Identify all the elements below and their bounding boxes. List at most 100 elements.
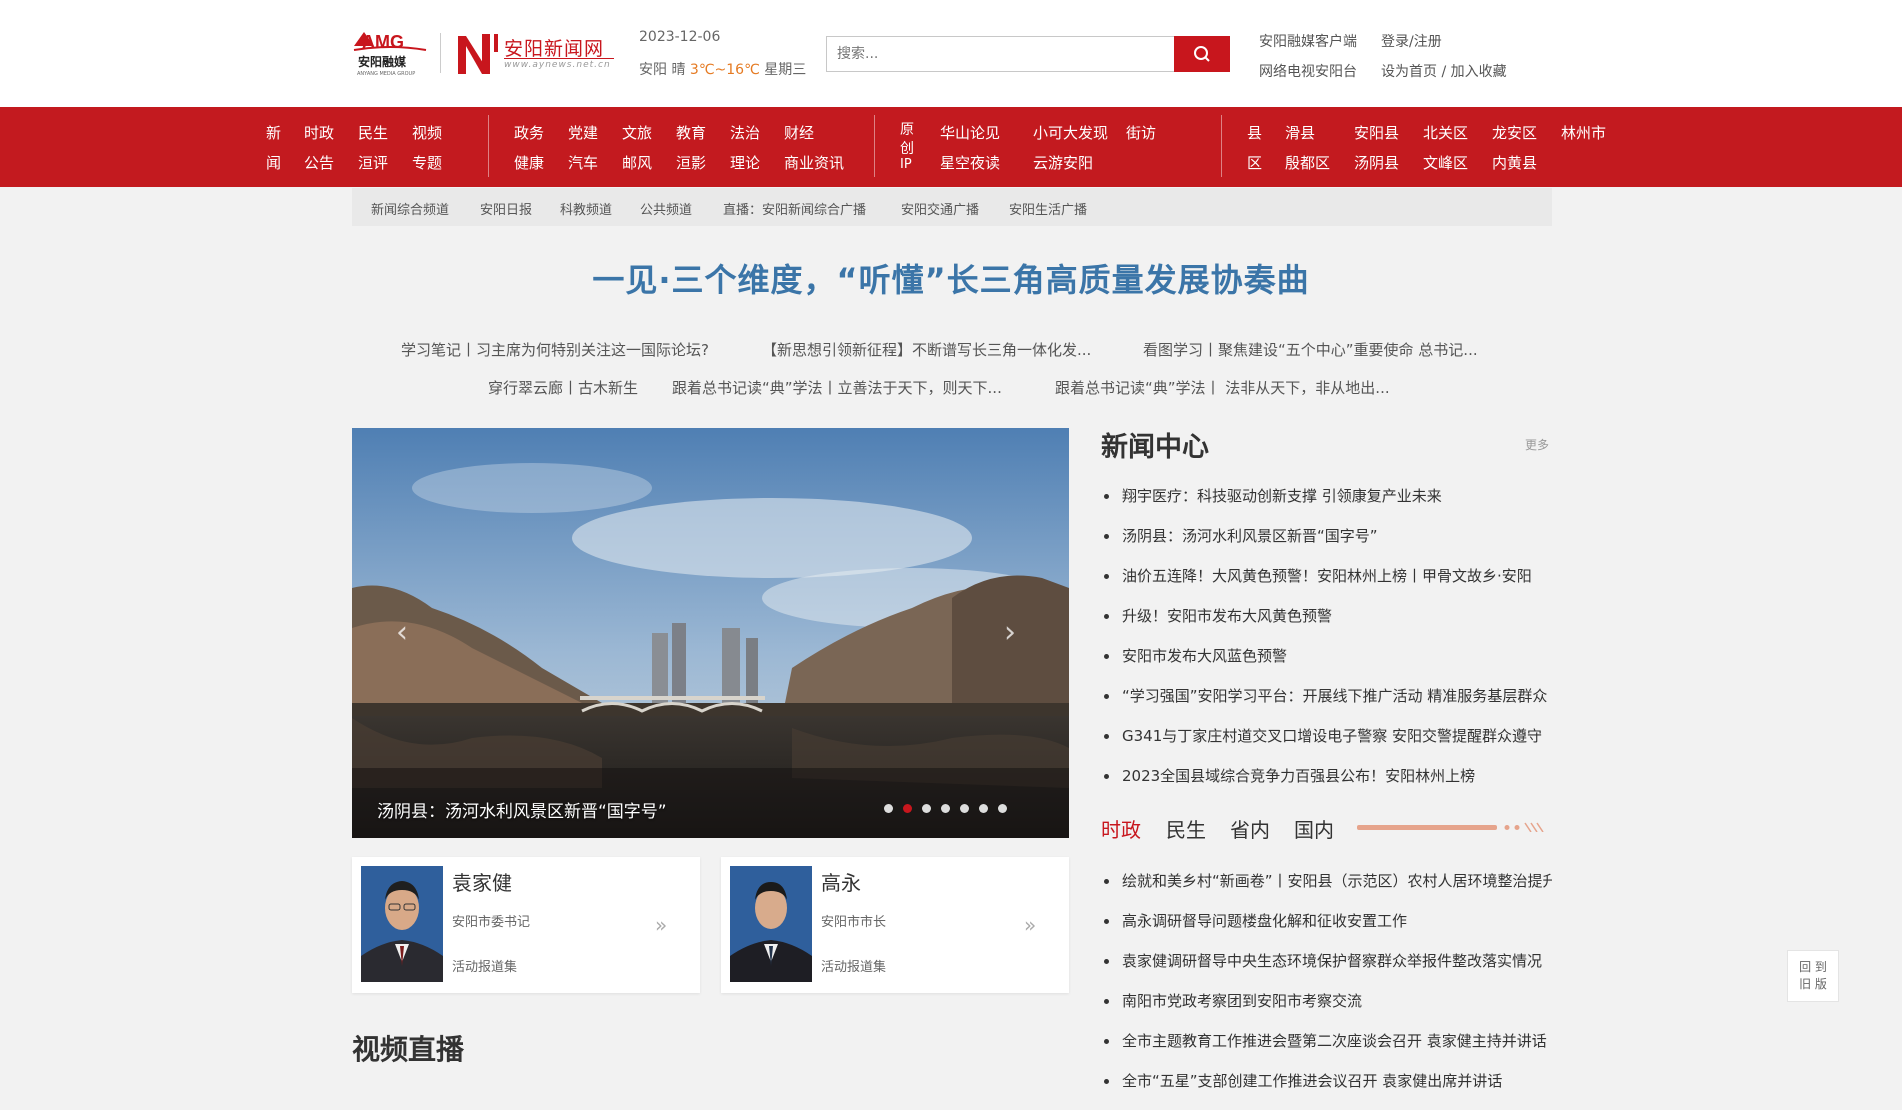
slider-prev-button[interactable]: ‹ — [396, 618, 408, 648]
list-item[interactable]: 安阳市发布大风蓝色预警 — [1102, 645, 1552, 685]
nav-item-tangyin[interactable]: 汤阴县 — [1354, 152, 1399, 173]
nav-group-ip-head-3[interactable]: IP — [900, 157, 912, 172]
nav-item-wenlv[interactable]: 文旅 — [622, 122, 652, 143]
slide-caption[interactable]: 汤阴县：汤河水利风景区新晋“国字号” — [377, 797, 667, 822]
client-link[interactable]: 安阳融媒客户端 — [1259, 31, 1357, 51]
nav-item-auto[interactable]: 汽车 — [568, 152, 598, 173]
nav-group-county-head-1[interactable]: 县 — [1247, 122, 1262, 143]
subnav-item[interactable]: 科教频道 — [560, 199, 612, 218]
list-item[interactable]: 全市主题教育工作推进会暨第二次座谈会召开 袁家健主持并讲话 — [1102, 1030, 1552, 1070]
list-item[interactable]: 翔宇医疗：科技驱动创新支撑 引领康复产业未来 — [1102, 485, 1552, 525]
subnav-item[interactable]: 安阳生活广播 — [1009, 199, 1087, 218]
leader-card[interactable]: 袁家健 安阳市委书记 活动报道集 » — [352, 857, 700, 993]
list-item[interactable]: 升级！安阳市发布大风黄色预警 — [1102, 605, 1552, 645]
nav-item-education[interactable]: 教育 — [676, 122, 706, 143]
nav-group-ip-head-1[interactable]: 原 — [900, 119, 914, 139]
chevron-right-icon[interactable]: » — [1024, 913, 1036, 937]
headline-link[interactable]: 穿行翠云廊丨古木新生 — [488, 377, 638, 398]
nav-item-notice[interactable]: 公告 — [304, 152, 334, 173]
list-item[interactable]: 袁家健调研督导中央生态环境保护督察群众举报件整改落实情况 — [1102, 950, 1552, 990]
tab-domestic[interactable]: 国内 — [1294, 814, 1334, 843]
list-item[interactable]: 南阳市党政考察团到安阳市考察交流 — [1102, 990, 1552, 1030]
search-input[interactable] — [827, 37, 1230, 71]
tab-provincial[interactable]: 省内 — [1230, 814, 1270, 843]
nav-item-neihuang[interactable]: 内黄县 — [1492, 152, 1537, 173]
headline-link[interactable]: 跟着总书记读“典”学法丨立善法于天下，则天下... — [672, 377, 1002, 398]
nav-item-wenfeng[interactable]: 文峰区 — [1423, 152, 1468, 173]
nav-item-yunyou[interactable]: 云游安阳 — [1033, 152, 1093, 173]
tv-link[interactable]: 网络电视安阳台 — [1259, 61, 1357, 81]
leader-card[interactable]: 高永 安阳市市长 活动报道集 » — [721, 857, 1069, 993]
list-item[interactable]: G341与丁家庄村道交叉口增设电子警察 安阳交警提醒群众遵守 — [1102, 725, 1552, 765]
nav-item-youfeng[interactable]: 邮风 — [622, 152, 652, 173]
search-button[interactable] — [1174, 36, 1230, 72]
nav-item-huashan[interactable]: 华山论见 — [940, 122, 1000, 143]
subnav-item[interactable]: 安阳交通广播 — [901, 199, 979, 218]
nav-item-health[interactable]: 健康 — [514, 152, 544, 173]
nav-item-huanying[interactable]: 洹影 — [676, 152, 706, 173]
subnav-item[interactable]: 安阳日报 — [480, 199, 532, 218]
nav-item-xingkong[interactable]: 星空夜读 — [940, 152, 1000, 173]
slider-dot[interactable] — [941, 804, 950, 813]
back-to-old-version-button[interactable]: 回 到 旧 版 — [1787, 950, 1839, 1002]
nav-item-jiefang[interactable]: 街访 — [1126, 122, 1156, 143]
nav-item-theory[interactable]: 理论 — [730, 152, 760, 173]
slider-dot[interactable] — [979, 804, 988, 813]
nav-group-ip-head-2[interactable]: 创 — [900, 138, 914, 158]
subnav-item[interactable]: 直播：安阳新闻综合广播 — [723, 199, 866, 218]
list-item[interactable]: 汤阴县：汤河水利风景区新晋“国字号” — [1102, 525, 1552, 565]
slider-dot[interactable] — [884, 804, 893, 813]
nav-item-dangjian[interactable]: 党建 — [568, 122, 598, 143]
nav-item-huaxian[interactable]: 滑县 — [1285, 122, 1315, 143]
nav-item-beiguan[interactable]: 北关区 — [1423, 122, 1468, 143]
nav-group-news-head-1[interactable]: 新 — [266, 122, 281, 143]
nav-item-minsheng[interactable]: 民生 — [358, 122, 388, 143]
nav-group-news-head-2[interactable]: 闻 — [266, 152, 281, 173]
more-link[interactable]: 更多 — [1525, 436, 1549, 453]
nav-item-finance[interactable]: 财经 — [784, 122, 814, 143]
aynews-logo[interactable]: 安阳新闻网 www.aynews.net.cn — [456, 32, 616, 78]
homepage-favorites-link[interactable]: 设为首页 / 加入收藏 — [1381, 61, 1507, 81]
nav-item-video[interactable]: 视频 — [412, 122, 442, 143]
nav-item-yindu[interactable]: 殷都区 — [1285, 152, 1330, 173]
slider-dot[interactable] — [903, 804, 912, 813]
tab-minsheng[interactable]: 民生 — [1166, 814, 1206, 843]
site-name: 安阳新闻网 — [504, 38, 605, 60]
site-header: AMG 安阳融媒 ANYANG MEDIA GROUP 安阳新闻网 www.ay… — [0, 0, 1902, 107]
slider-next-button[interactable]: › — [1004, 618, 1016, 648]
nav-item-shizheng[interactable]: 时政 — [304, 122, 334, 143]
subnav-item[interactable]: 公共频道 — [640, 199, 692, 218]
leader-reports-link[interactable]: 活动报道集 — [821, 956, 886, 975]
list-item[interactable]: 高永调研督导问题楼盘化解和征收安置工作 — [1102, 910, 1552, 950]
chevron-right-icon[interactable]: » — [655, 913, 667, 937]
nav-item-law[interactable]: 法治 — [730, 122, 760, 143]
login-link[interactable]: 登录/注册 — [1381, 31, 1442, 51]
list-item[interactable]: 2023全国县域综合竞争力百强县公布！安阳林州上榜 — [1102, 765, 1552, 805]
nav-item-longan[interactable]: 龙安区 — [1492, 122, 1537, 143]
nav-item-zhengwu[interactable]: 政务 — [514, 122, 544, 143]
nav-item-xiaoke[interactable]: 小可大发现 — [1033, 122, 1108, 143]
amg-logo[interactable]: AMG 安阳融媒 ANYANG MEDIA GROUP — [352, 30, 428, 78]
nav-item-business[interactable]: 商业资讯 — [784, 152, 844, 173]
slider-dot[interactable] — [922, 804, 931, 813]
nav-item-huanping[interactable]: 洹评 — [358, 152, 388, 173]
list-item[interactable]: 全市“五星”支部创建工作推进会议召开 袁家健出席并讲话 — [1102, 1070, 1552, 1110]
slider-dot[interactable] — [998, 804, 1007, 813]
headline-link[interactable]: 跟着总书记读“典”学法丨 法非从天下，非从地出... — [1055, 377, 1390, 398]
nav-group-county-head-2[interactable]: 区 — [1247, 152, 1262, 173]
headline-link[interactable]: 看图学习丨聚焦建设“五个中心”重要使命 总书记... — [1143, 339, 1478, 360]
subnav-item[interactable]: 新闻综合频道 — [371, 199, 449, 218]
headline-link[interactable]: 学习笔记丨习主席为何特别关注这一国际论坛? — [401, 339, 709, 360]
list-item[interactable]: 绘就和美乡村“新画卷”丨安阳县（示范区）农村人居环境整治提升 — [1102, 870, 1552, 910]
nav-item-anyangxian[interactable]: 安阳县 — [1354, 122, 1399, 143]
headline[interactable]: 一见·三个维度，“听懂”长三角高质量发展协奏曲 — [0, 255, 1902, 301]
tab-shizheng[interactable]: 时政 — [1101, 814, 1141, 843]
slider-dot[interactable] — [960, 804, 969, 813]
leader-reports-link[interactable]: 活动报道集 — [452, 956, 517, 975]
headline-link[interactable]: 【新思想引领新征程】不断谱写长三角一体化发... — [762, 339, 1091, 360]
nav-item-linzhou[interactable]: 林州市 — [1561, 122, 1606, 143]
list-item[interactable]: 油价五连降！大风黄色预警！安阳林州上榜丨甲骨文故乡·安阳 — [1102, 565, 1552, 605]
nav-item-topic[interactable]: 专题 — [412, 152, 442, 173]
image-slider[interactable]: ‹ › 汤阴县：汤河水利风景区新晋“国字号” — [352, 428, 1069, 838]
list-item[interactable]: “学习强国”安阳学习平台：开展线下推广活动 精准服务基层群众 — [1102, 685, 1552, 725]
